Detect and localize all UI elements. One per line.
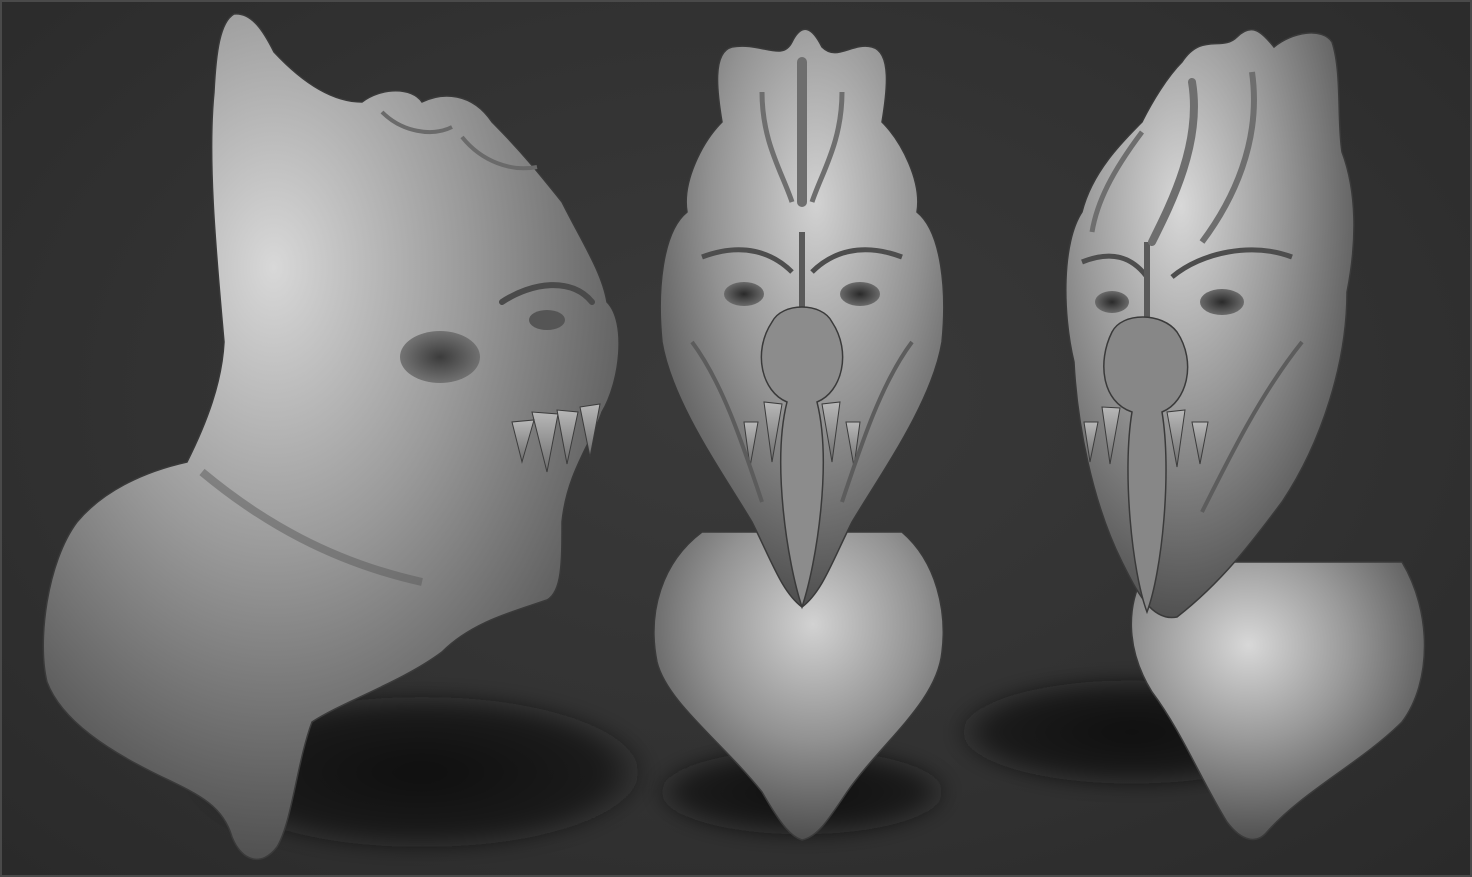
sculpt-render: [42, 13, 1426, 861]
sculpt-viewport[interactable]: [0, 0, 1472, 877]
front-view-bust: [653, 28, 945, 841]
